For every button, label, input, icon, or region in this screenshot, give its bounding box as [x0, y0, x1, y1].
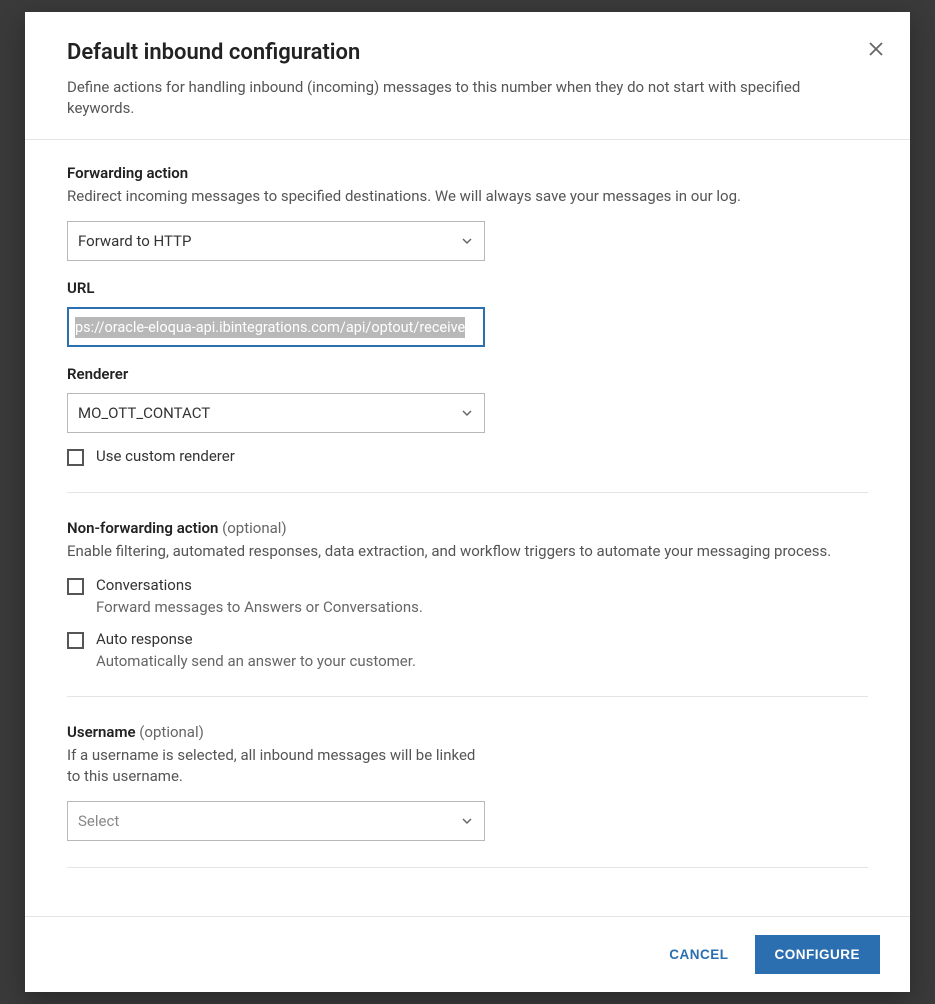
url-input[interactable]: ps://oracle-eloqua-api.ibintegrations.co…	[67, 307, 485, 347]
autoresponse-checkbox[interactable]	[67, 632, 84, 649]
non-forwarding-title: Non-forwarding action (optional)	[67, 519, 868, 537]
modal-body[interactable]: Forwarding action Redirect incoming mess…	[25, 140, 910, 916]
optional-label: (optional)	[136, 723, 204, 741]
modal-subtitle: Define actions for handling inbound (inc…	[67, 77, 868, 119]
renderer-label: Renderer	[67, 365, 868, 383]
cancel-button[interactable]: CANCEL	[661, 937, 736, 972]
renderer-select[interactable]: MO_OTT_CONTACT	[67, 393, 485, 433]
renderer-value: MO_OTT_CONTACT	[78, 404, 210, 422]
optional-label: (optional)	[218, 519, 286, 537]
username-title-text: Username	[67, 723, 136, 741]
modal-dialog: Default inbound configuration Define act…	[25, 12, 910, 992]
divider	[67, 492, 868, 493]
custom-renderer-label: Use custom renderer	[96, 447, 868, 465]
close-button[interactable]	[864, 38, 888, 62]
username-placeholder: Select	[78, 812, 119, 830]
conversations-desc: Forward messages to Answers or Conversat…	[96, 598, 868, 616]
custom-renderer-checkbox[interactable]	[67, 449, 84, 466]
username-desc: If a username is selected, all inbound m…	[67, 745, 485, 787]
forwarding-action-title: Forwarding action	[67, 164, 868, 182]
conversations-checkbox[interactable]	[67, 578, 84, 595]
autoresponse-label: Auto response	[96, 630, 868, 648]
forwarding-action-select[interactable]: Forward to HTTP	[67, 221, 485, 261]
divider	[67, 867, 868, 868]
username-title: Username (optional)	[67, 723, 868, 741]
url-label: URL	[67, 279, 868, 297]
modal-header: Default inbound configuration Define act…	[25, 12, 910, 140]
conversations-label: Conversations	[96, 576, 868, 594]
non-forwarding-title-text: Non-forwarding action	[67, 519, 218, 537]
modal-footer: CANCEL CONFIGURE	[25, 916, 910, 992]
divider	[67, 696, 868, 697]
close-icon	[869, 41, 883, 60]
forwarding-action-desc: Redirect incoming messages to specified …	[67, 186, 868, 207]
username-select[interactable]: Select	[67, 801, 485, 841]
configure-button[interactable]: CONFIGURE	[755, 935, 881, 974]
autoresponse-desc: Automatically send an answer to your cus…	[96, 652, 868, 670]
non-forwarding-desc: Enable filtering, automated responses, d…	[67, 541, 868, 562]
modal-title: Default inbound configuration	[67, 40, 868, 65]
forwarding-action-value: Forward to HTTP	[78, 232, 191, 250]
url-value: ps://oracle-eloqua-api.ibintegrations.co…	[75, 317, 465, 338]
